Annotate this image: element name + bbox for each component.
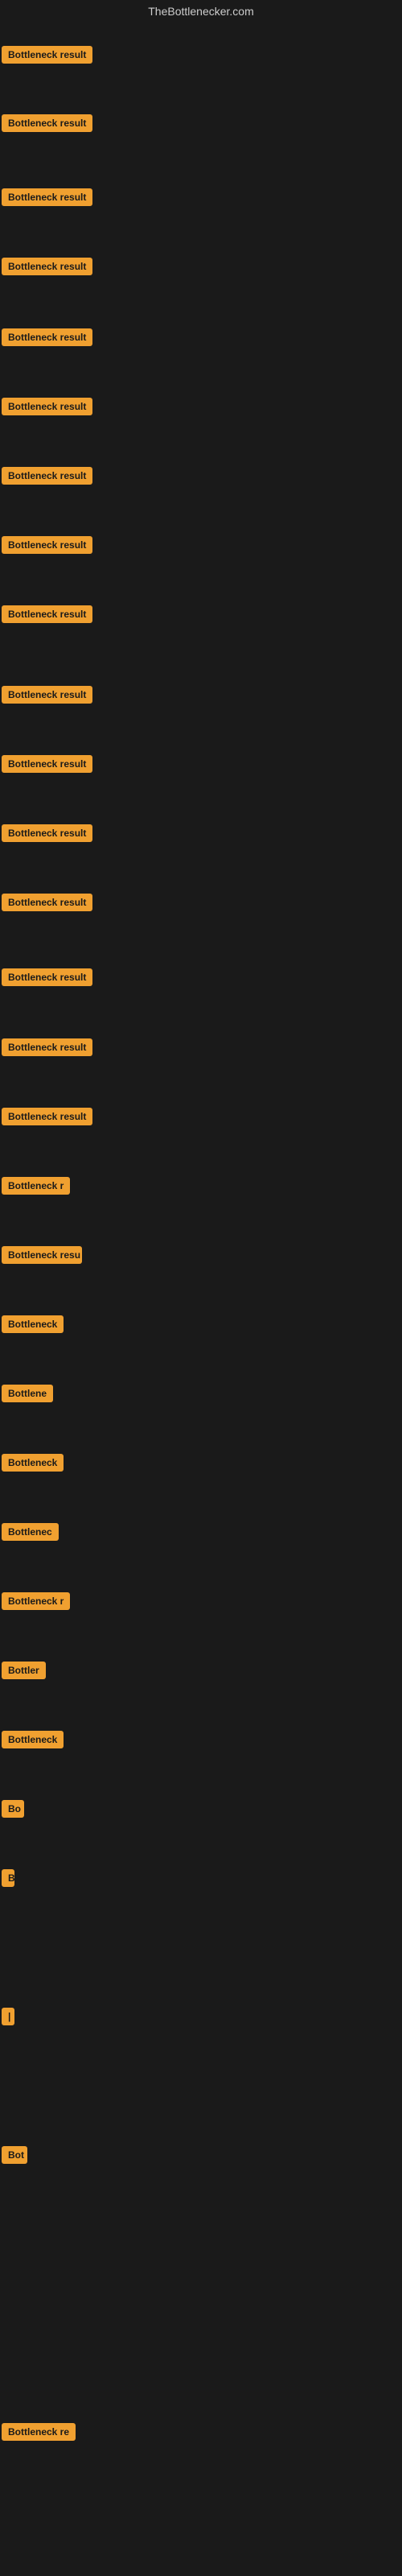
bottleneck-badge[interactable]: Bottleneck result bbox=[2, 968, 92, 986]
bottleneck-item: Bottleneck result bbox=[2, 467, 92, 489]
bottleneck-badge[interactable]: B bbox=[2, 1869, 14, 1887]
bottleneck-badge[interactable]: Bottleneck result bbox=[2, 328, 92, 346]
bottleneck-item: Bottleneck result bbox=[2, 1108, 92, 1129]
bottleneck-item: Bottleneck re bbox=[2, 2423, 76, 2445]
bottleneck-badge[interactable]: Bottleneck result bbox=[2, 755, 92, 773]
bottleneck-item: Bottleneck bbox=[2, 1315, 64, 1337]
bottleneck-badge[interactable]: Bottleneck result bbox=[2, 188, 92, 206]
bottleneck-badge[interactable]: Bo bbox=[2, 1800, 24, 1818]
bottleneck-item: Bottleneck result bbox=[2, 894, 92, 915]
bottleneck-item: Bottleneck result bbox=[2, 188, 92, 210]
bottleneck-badge[interactable]: Bottleneck result bbox=[2, 605, 92, 623]
bottleneck-badge[interactable]: Bottleneck result bbox=[2, 258, 92, 275]
bottleneck-item: B bbox=[2, 1869, 14, 1891]
bottleneck-badge[interactable]: Bottleneck result bbox=[2, 894, 92, 911]
bottleneck-item: Bottleneck resu bbox=[2, 1246, 82, 1268]
bottleneck-item: Bottleneck bbox=[2, 1454, 64, 1476]
bottleneck-badge[interactable]: Bottleneck re bbox=[2, 2423, 76, 2441]
bottleneck-badge[interactable]: | bbox=[2, 2008, 14, 2025]
bottleneck-badge[interactable]: Bottleneck bbox=[2, 1315, 64, 1333]
bottleneck-item: Bottleneck r bbox=[2, 1177, 70, 1199]
site-title: TheBottlenecker.com bbox=[0, 0, 402, 23]
bottleneck-item: Bo bbox=[2, 1800, 24, 1822]
bottleneck-item: Bottleneck result bbox=[2, 1038, 92, 1060]
bottleneck-item: Bottlene bbox=[2, 1385, 53, 1406]
bottleneck-item: Bottleneck result bbox=[2, 686, 92, 708]
bottleneck-badge[interactable]: Bottlene bbox=[2, 1385, 53, 1402]
bottleneck-item: Bottleneck result bbox=[2, 114, 92, 136]
bottleneck-badge[interactable]: Bottleneck r bbox=[2, 1177, 70, 1195]
bottleneck-badge[interactable]: Bottleneck result bbox=[2, 824, 92, 842]
bottleneck-badge[interactable]: Bottleneck result bbox=[2, 1038, 92, 1056]
bottleneck-badge[interactable]: Bottleneck result bbox=[2, 467, 92, 485]
bottleneck-item: Bottleneck result bbox=[2, 258, 92, 279]
bottleneck-item: | bbox=[2, 2008, 14, 2029]
bottleneck-badge[interactable]: Bottleneck bbox=[2, 1454, 64, 1472]
bottleneck-badge[interactable]: Bottleneck bbox=[2, 1731, 64, 1748]
bottleneck-item: Bottleneck result bbox=[2, 536, 92, 558]
bottleneck-item: Bottleneck result bbox=[2, 605, 92, 627]
bottleneck-item: Bottleneck result bbox=[2, 46, 92, 68]
bottleneck-item: Bottleneck result bbox=[2, 328, 92, 350]
bottleneck-badge[interactable]: Bottlenec bbox=[2, 1523, 59, 1541]
bottleneck-item: Bottleneck result bbox=[2, 755, 92, 777]
bottleneck-badge[interactable]: Bottleneck r bbox=[2, 1592, 70, 1610]
bottleneck-badge[interactable]: Bottleneck result bbox=[2, 398, 92, 415]
bottleneck-badge[interactable]: Bottleneck result bbox=[2, 46, 92, 64]
bottleneck-item: Bot bbox=[2, 2146, 27, 2168]
bottleneck-badge[interactable]: Bottler bbox=[2, 1662, 46, 1679]
bottleneck-item: Bottleneck result bbox=[2, 824, 92, 846]
bottleneck-item: Bottleneck bbox=[2, 1731, 64, 1752]
bottleneck-badge[interactable]: Bottleneck resu bbox=[2, 1246, 82, 1264]
bottleneck-badge[interactable]: Bottleneck result bbox=[2, 536, 92, 554]
bottleneck-item: Bottlenec bbox=[2, 1523, 59, 1545]
bottleneck-item: Bottleneck r bbox=[2, 1592, 70, 1614]
bottleneck-item: Bottleneck result bbox=[2, 398, 92, 419]
bottleneck-badge[interactable]: Bot bbox=[2, 2146, 27, 2164]
bottleneck-badge[interactable]: Bottleneck result bbox=[2, 686, 92, 704]
bottleneck-item: Bottler bbox=[2, 1662, 46, 1683]
bottleneck-badge[interactable]: Bottleneck result bbox=[2, 1108, 92, 1125]
bottleneck-item: Bottleneck result bbox=[2, 968, 92, 990]
bottleneck-badge[interactable]: Bottleneck result bbox=[2, 114, 92, 132]
